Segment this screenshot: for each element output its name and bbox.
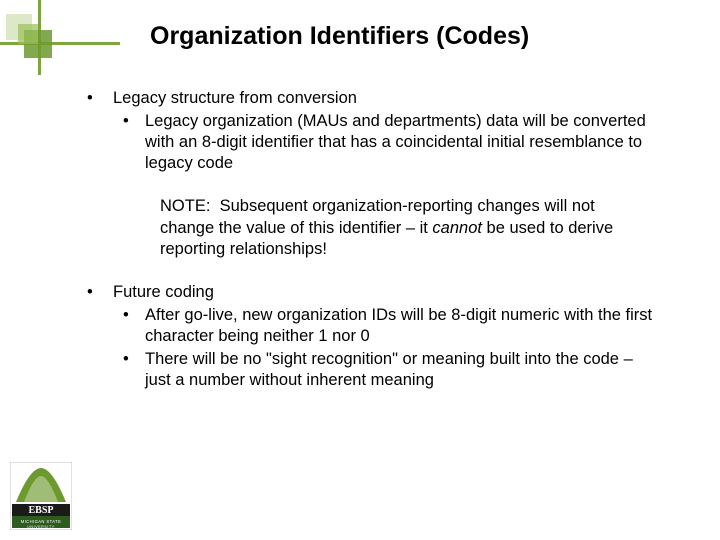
bullet-dot: •	[85, 88, 113, 109]
bullet-text: Future coding	[113, 282, 214, 303]
bullet-text: After go-live, new organization IDs will…	[145, 305, 660, 347]
corner-decoration	[0, 0, 120, 75]
bullet-future-sub2: • There will be no "sight recognition" o…	[123, 349, 660, 391]
bullet-legacy: • Legacy structure from conversion	[85, 88, 660, 109]
bullet-dot: •	[85, 282, 113, 303]
note-emph: cannot	[432, 219, 482, 237]
bullet-text: Legacy structure from conversion	[113, 88, 357, 109]
svg-text:UNIVERSITY: UNIVERSITY	[27, 525, 55, 529]
bullet-future: • Future coding	[85, 282, 660, 303]
logo-subtext: MICHIGAN STATE	[21, 519, 62, 524]
note-label: NOTE:	[160, 197, 210, 215]
slide-body: • Legacy structure from conversion • Leg…	[85, 88, 660, 393]
bullet-dot: •	[123, 305, 145, 347]
note-block: NOTE: Subsequent organization-reporting …	[160, 196, 660, 259]
bullet-dot: •	[123, 111, 145, 174]
bullet-dot: •	[123, 349, 145, 391]
ebsp-logo: EBSP MICHIGAN STATE UNIVERSITY	[10, 462, 72, 530]
logo-acronym: EBSP	[28, 505, 53, 516]
bullet-text: There will be no "sight recognition" or …	[145, 349, 660, 391]
page-title: Organization Identifiers (Codes)	[150, 22, 680, 51]
bullet-legacy-sub: • Legacy organization (MAUs and departme…	[123, 111, 660, 174]
bullet-text: Legacy organization (MAUs and department…	[145, 111, 660, 174]
bullet-future-sub1: • After go-live, new organization IDs wi…	[123, 305, 660, 347]
